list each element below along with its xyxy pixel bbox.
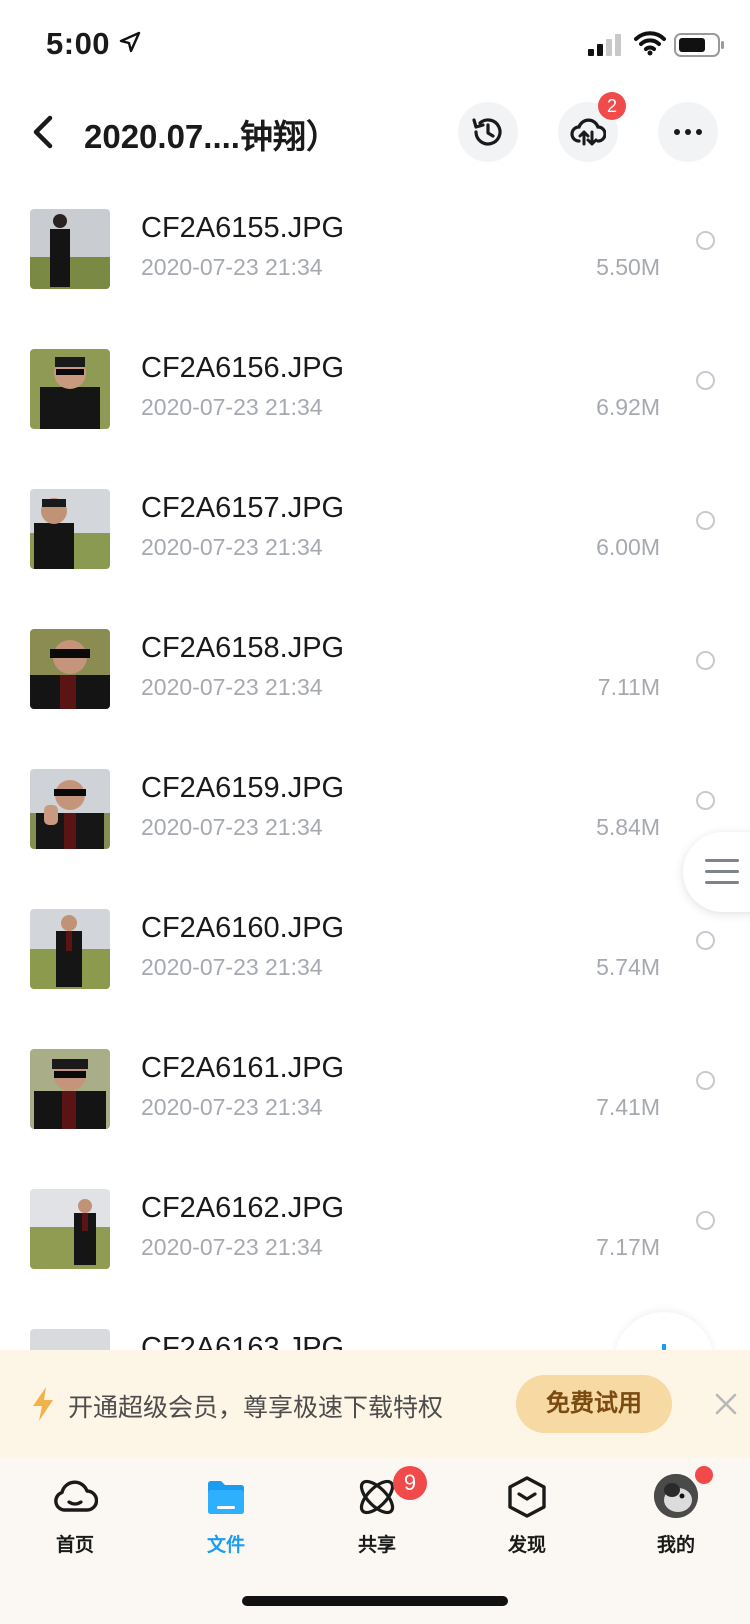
file-size: 5.74M [596, 954, 660, 980]
free-trial-button[interactable]: 免费试用 [516, 1375, 672, 1433]
file-row[interactable]: CF2A6158.JPG 2020-07-23 21:34 7.11M [0, 620, 750, 760]
select-checkbox[interactable] [696, 371, 715, 390]
lightning-icon [33, 1387, 53, 1421]
tab-files[interactable]: 文件 [176, 1474, 276, 1574]
tab-label: 文件 [206, 1535, 245, 1556]
file-date: 2020-07-23 21:34 [141, 814, 323, 840]
select-checkbox[interactable] [696, 1071, 715, 1090]
close-icon[interactable] [714, 1392, 738, 1416]
status-bar: 5:00 [0, 0, 750, 90]
menu-line-icon [705, 870, 739, 873]
select-checkbox[interactable] [696, 931, 715, 950]
file-size: 6.92M [596, 394, 660, 420]
file-name: CF2A6160.JPG [141, 912, 345, 944]
more-button[interactable] [658, 102, 718, 162]
home-indicator[interactable] [242, 1596, 508, 1606]
notification-dot [695, 1466, 713, 1484]
cloud-transfer-icon [570, 118, 606, 146]
file-name: CF2A6157.JPG [141, 492, 345, 524]
back-arrow-icon[interactable] [26, 110, 66, 154]
tab-mine[interactable]: 我的 [626, 1474, 726, 1574]
file-row[interactable]: CF2A6157.JPG 2020-07-23 21:34 6.00M [0, 480, 750, 620]
file-date: 2020-07-23 21:34 [141, 394, 323, 420]
file-name: CF2A6156.JPG [141, 352, 345, 384]
file-list: CF2A6155.JPG 2020-07-23 21:34 5.50M CF2A… [0, 200, 750, 1350]
file-row[interactable]: CF2A6160.JPG 2020-07-23 21:34 5.74M [0, 900, 750, 1040]
photo-thumbnail [30, 1049, 110, 1129]
file-name: CF2A6161.JPG [141, 1052, 345, 1084]
photo-thumbnail [30, 909, 110, 989]
file-date: 2020-07-23 21:34 [141, 954, 323, 980]
file-size: 7.41M [596, 1094, 660, 1120]
file-size: 7.17M [596, 1234, 660, 1260]
menu-line-icon [705, 859, 739, 862]
file-row[interactable]: CF2A6159.JPG 2020-07-23 21:34 5.84M [0, 760, 750, 900]
tab-discover[interactable]: 发现 [477, 1474, 577, 1574]
photo-thumbnail [30, 489, 110, 569]
cellular-signal-icon [588, 34, 621, 56]
file-row[interactable]: CF2A6161.JPG 2020-07-23 21:34 7.41M [0, 1040, 750, 1180]
tab-home[interactable]: 首页 [25, 1474, 125, 1574]
vip-promo-banner: 开通超级会员，尊享极速下载特权 免费试用 [0, 1350, 750, 1458]
file-date: 2020-07-23 21:34 [141, 1234, 323, 1260]
cube-discover-icon [508, 1476, 546, 1518]
page-title: 2020.07....钟翔） [84, 118, 339, 155]
more-dots-icon [674, 129, 702, 135]
file-date: 2020-07-23 21:34 [141, 1094, 323, 1120]
cloud-icon [54, 1480, 98, 1512]
folder-icon [208, 1481, 244, 1514]
file-size: 5.50M [596, 254, 660, 280]
photo-thumbnail [30, 769, 110, 849]
file-name: CF2A6162.JPG [141, 1192, 345, 1224]
photo-thumbnail [30, 1329, 110, 1350]
file-name: CF2A6155.JPG [141, 212, 345, 244]
file-date: 2020-07-23 21:34 [141, 254, 323, 280]
select-checkbox[interactable] [696, 791, 715, 810]
select-checkbox[interactable] [696, 651, 715, 670]
file-date: 2020-07-23 21:34 [141, 674, 323, 700]
tab-label: 发现 [507, 1535, 546, 1556]
select-checkbox[interactable] [696, 231, 715, 250]
file-size: 6.00M [596, 534, 660, 560]
menu-line-icon [705, 881, 739, 884]
file-row[interactable]: CF2A6162.JPG 2020-07-23 21:34 7.17M [0, 1180, 750, 1320]
select-checkbox[interactable] [696, 1211, 715, 1230]
history-icon [472, 118, 502, 146]
header-bar: 2020.07....钟翔） [0, 96, 750, 170]
history-button[interactable] [458, 102, 518, 162]
photo-thumbnail [30, 1189, 110, 1269]
tab-label: 共享 [357, 1535, 396, 1556]
file-date: 2020-07-23 21:34 [141, 534, 323, 560]
avatar [654, 1474, 698, 1518]
select-checkbox[interactable] [696, 511, 715, 530]
file-name: CF2A6163.JPG [141, 1332, 345, 1350]
file-size: 7.11M [597, 674, 660, 700]
promo-text: 开通超级会员，尊享极速下载特权 [68, 1394, 444, 1422]
photo-thumbnail [30, 349, 110, 429]
tab-label: 首页 [55, 1535, 94, 1556]
file-name: CF2A6159.JPG [141, 772, 345, 804]
status-time: 5:00 [46, 26, 111, 61]
share-count-badge: 9 [393, 1466, 427, 1500]
tab-label: 我的 [656, 1535, 695, 1556]
file-size: 5.84M [596, 814, 660, 840]
wifi-icon [634, 31, 666, 56]
file-row[interactable]: CF2A6155.JPG 2020-07-23 21:34 5.50M [0, 200, 750, 340]
photo-thumbnail [30, 629, 110, 709]
location-arrow-icon [119, 31, 141, 53]
battery-icon [674, 33, 724, 57]
file-row[interactable]: CF2A6156.JPG 2020-07-23 21:34 6.92M [0, 340, 750, 480]
file-name: CF2A6158.JPG [141, 632, 345, 664]
photo-thumbnail [30, 209, 110, 289]
transfer-count-badge: 2 [598, 92, 626, 120]
